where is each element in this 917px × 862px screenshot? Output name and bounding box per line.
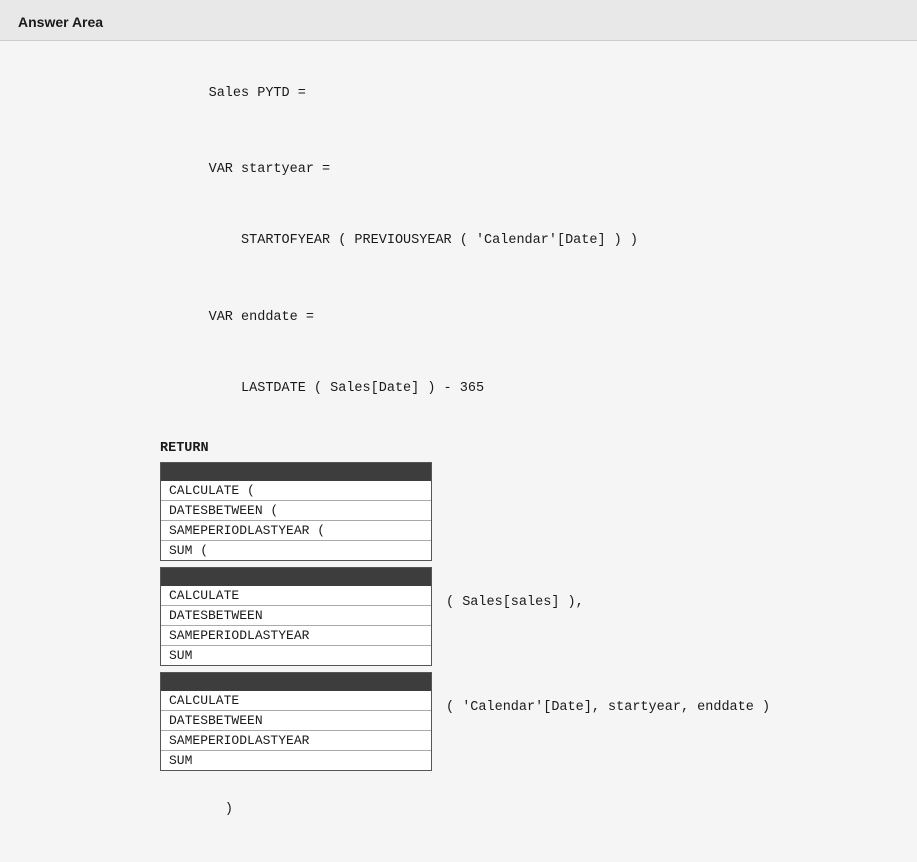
list-item[interactable]: CALCULATE (: [161, 481, 431, 501]
code-line-2: VAR startyear =: [160, 138, 887, 203]
section-header: Answer Area: [0, 0, 917, 41]
drag-block-group-1: CALCULATE ( DATESBETWEEN ( SAMEPERIODLAS…: [160, 462, 887, 561]
list-item[interactable]: CALCULATE: [161, 691, 431, 711]
drag-block-1-items: CALCULATE ( DATESBETWEEN ( SAMEPERIODLAS…: [161, 481, 431, 560]
list-item[interactable]: SAMEPERIODLASTYEAR (: [161, 521, 431, 541]
closing-paren: ): [160, 777, 887, 842]
drag-block-3-header: [161, 673, 431, 691]
drag-block-3-items: CALCULATE DATESBETWEEN SAMEPERIODLASTYEA…: [161, 691, 431, 770]
list-item[interactable]: DATESBETWEEN (: [161, 501, 431, 521]
code-line-3: STARTOFYEAR ( PREVIOUSYEAR ( 'Calendar'[…: [160, 209, 887, 274]
list-item[interactable]: SUM: [161, 751, 431, 770]
drag-block-3[interactable]: CALCULATE DATESBETWEEN SAMEPERIODLASTYEA…: [160, 672, 432, 771]
drag-block-1-header: [161, 463, 431, 481]
inline-text-2: ( Sales[sales] ),: [432, 567, 584, 610]
list-item[interactable]: DATESBETWEEN: [161, 606, 431, 626]
list-item[interactable]: SAMEPERIODLASTYEAR: [161, 731, 431, 751]
code-line-1: Sales PYTD =: [160, 61, 887, 126]
drag-block-group-2: CALCULATE DATESBETWEEN SAMEPERIODLASTYEA…: [160, 567, 887, 666]
list-item[interactable]: SUM: [161, 646, 431, 665]
answer-area-section: Answer Area Sales PYTD = VAR startyear =…: [0, 0, 917, 862]
inline-text-3: ( 'Calendar'[Date], startyear, enddate ): [432, 672, 770, 715]
header-title: Answer Area: [18, 14, 103, 30]
list-item[interactable]: SUM (: [161, 541, 431, 560]
return-keyword: RETURN: [160, 441, 887, 456]
drag-block-2[interactable]: CALCULATE DATESBETWEEN SAMEPERIODLASTYEA…: [160, 567, 432, 666]
code-line-4: VAR enddate =: [160, 285, 887, 350]
content-area: Sales PYTD = VAR startyear = STARTOFYEAR…: [0, 41, 917, 862]
code-line-5: LASTDATE ( Sales[Date] ) - 365: [160, 356, 887, 421]
drag-blocks-area: CALCULATE ( DATESBETWEEN ( SAMEPERIODLAS…: [160, 462, 887, 842]
list-item[interactable]: DATESBETWEEN: [161, 711, 431, 731]
list-item[interactable]: SAMEPERIODLASTYEAR: [161, 626, 431, 646]
drag-block-1[interactable]: CALCULATE ( DATESBETWEEN ( SAMEPERIODLAS…: [160, 462, 432, 561]
drag-block-2-header: [161, 568, 431, 586]
drag-block-2-items: CALCULATE DATESBETWEEN SAMEPERIODLASTYEA…: [161, 586, 431, 665]
drag-block-group-3: CALCULATE DATESBETWEEN SAMEPERIODLASTYEA…: [160, 672, 887, 771]
list-item[interactable]: CALCULATE: [161, 586, 431, 606]
